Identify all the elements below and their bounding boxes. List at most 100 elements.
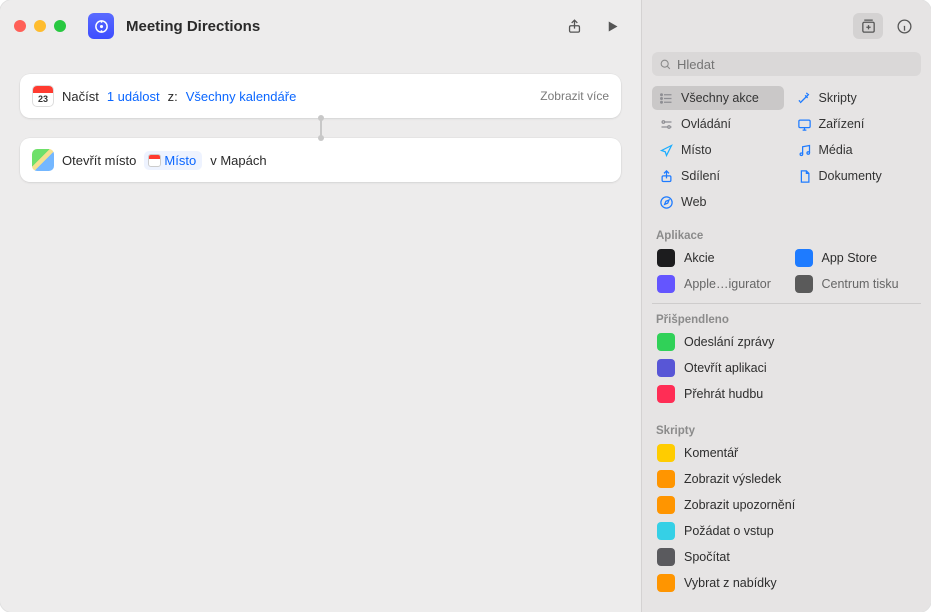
place-variable-pill[interactable]: Místo: [144, 151, 202, 170]
script-action[interactable]: Zobrazit výsledek: [652, 466, 921, 492]
action-chip-icon: [657, 333, 675, 351]
action-label: Zobrazit upozornění: [684, 498, 795, 512]
category-sdílení[interactable]: Sdílení: [652, 164, 784, 188]
app-label: App Store: [822, 251, 878, 265]
minimize-window-button[interactable]: [34, 20, 46, 32]
titlebar: Meeting Directions: [0, 0, 641, 52]
library-button[interactable]: [853, 13, 883, 39]
category-média[interactable]: Média: [790, 138, 922, 162]
pinned-action[interactable]: Odeslání zprávy: [652, 329, 921, 355]
library-toolbar: [642, 0, 931, 52]
search-icon: [659, 58, 672, 71]
action-label: Otevřít aplikaci: [684, 361, 767, 375]
action-label: Odeslání zprávy: [684, 335, 774, 349]
search-input[interactable]: [677, 57, 914, 72]
scripts-list: Komentář Zobrazit výsledek Zobrazit upozor…: [642, 440, 931, 596]
share-button[interactable]: [559, 13, 589, 39]
calendar-mini-icon: [148, 154, 161, 167]
script-action[interactable]: Požádat o vstup: [652, 518, 921, 544]
action-chip-icon: [657, 496, 675, 514]
action-load-events[interactable]: Načíst 1 událost z: Všechny kalendáře Zo…: [20, 74, 621, 118]
section-apps-title: Aplikace: [642, 220, 931, 245]
action-suffix: v Mapách: [210, 153, 266, 168]
show-more-link[interactable]: Zobrazit více: [540, 89, 609, 103]
music-icon: [797, 143, 812, 158]
action-chip-icon: [657, 385, 675, 403]
category-label: Web: [681, 195, 706, 209]
action-chip-icon: [657, 574, 675, 592]
action-verb: Načíst: [62, 89, 99, 104]
script-action[interactable]: Komentář: [652, 440, 921, 466]
section-pinned-title: Přišpendleno: [642, 304, 931, 329]
list-icon: [659, 91, 674, 106]
fullscreen-window-button[interactable]: [54, 20, 66, 32]
category-label: Média: [819, 143, 853, 157]
window-title: Meeting Directions: [126, 18, 260, 35]
action-source-token[interactable]: Všechny kalendáře: [186, 89, 297, 104]
safari-icon: [659, 195, 674, 210]
script-action[interactable]: Vybrat z nabídky: [652, 570, 921, 596]
action-label: Přehrát hudbu: [684, 387, 763, 401]
share-icon: [659, 169, 674, 184]
window-controls: [14, 20, 66, 32]
app-item[interactable]: Centrum tisku: [790, 271, 922, 297]
script-action[interactable]: Spočítat: [652, 544, 921, 570]
close-window-button[interactable]: [14, 20, 26, 32]
calendar-icon: [32, 85, 54, 107]
apps-list: Akcie App Store Apple…igurator Centrum tisk…: [642, 245, 931, 297]
info-button[interactable]: [889, 13, 919, 39]
action-chip-icon: [657, 444, 675, 462]
pinned-action[interactable]: Otevřít aplikaci: [652, 355, 921, 381]
category-label: Zařízení: [819, 117, 865, 131]
app-label: Centrum tisku: [822, 277, 899, 291]
app-icon: [657, 275, 675, 293]
category-dokumenty[interactable]: Dokumenty: [790, 164, 922, 188]
app-label: Apple…igurator: [684, 277, 771, 291]
app-icon: [657, 249, 675, 267]
category-ovládání[interactable]: Ovládání: [652, 112, 784, 136]
category-grid: Všechny akce Skripty Ovládání Zařízení Místo…: [642, 84, 931, 220]
library-pane: Všechny akce Skripty Ovládání Zařízení Místo…: [641, 0, 931, 612]
app-item[interactable]: Apple…igurator: [652, 271, 784, 297]
action-verb: Otevřít místo: [62, 153, 136, 168]
action-from-label: z:: [168, 89, 178, 104]
action-chip-icon: [657, 522, 675, 540]
app-window: Meeting Directions Načíst 1 událost z: V…: [0, 0, 931, 612]
automation-app-icon: [88, 13, 114, 39]
app-item[interactable]: Akcie: [652, 245, 784, 271]
workflow-canvas[interactable]: Načíst 1 událost z: Všechny kalendáře Zo…: [0, 52, 641, 612]
display-icon: [797, 117, 812, 132]
app-icon: [795, 275, 813, 293]
search-field[interactable]: [652, 52, 921, 76]
category-skripty[interactable]: Skripty: [790, 86, 922, 110]
category-zařízení[interactable]: Zařízení: [790, 112, 922, 136]
category-web[interactable]: Web: [652, 190, 784, 214]
pill-label: Místo: [164, 153, 196, 168]
action-label: Požádat o vstup: [684, 524, 774, 538]
category-všechny-akce[interactable]: Všechny akce: [652, 86, 784, 110]
editor-pane: Meeting Directions Načíst 1 událost z: V…: [0, 0, 641, 612]
wand-icon: [797, 91, 812, 106]
category-label: Ovládání: [681, 117, 731, 131]
action-label: Vybrat z nabídky: [684, 576, 777, 590]
pinned-action[interactable]: Přehrát hudbu: [652, 381, 921, 407]
action-label: Spočítat: [684, 550, 730, 564]
app-icon: [795, 249, 813, 267]
action-label: Komentář: [684, 446, 738, 460]
pinned-list: Odeslání zprávy Otevřít aplikaci Přehrát h…: [642, 329, 931, 407]
category-místo[interactable]: Místo: [652, 138, 784, 162]
script-action[interactable]: Zobrazit upozornění: [652, 492, 921, 518]
category-label: Sdílení: [681, 169, 720, 183]
app-item[interactable]: App Store: [790, 245, 922, 271]
action-chip-icon: [657, 470, 675, 488]
category-label: Skripty: [819, 91, 857, 105]
action-open-place[interactable]: Otevřít místo Místo v Mapách: [20, 138, 621, 182]
location-icon: [659, 143, 674, 158]
run-button[interactable]: [597, 13, 627, 39]
section-scripts-title: Skripty: [642, 407, 931, 440]
action-connector: [320, 118, 322, 138]
category-label: Místo: [681, 143, 712, 157]
maps-icon: [32, 149, 54, 171]
action-count-token[interactable]: 1 událost: [107, 89, 160, 104]
action-label: Zobrazit výsledek: [684, 472, 781, 486]
